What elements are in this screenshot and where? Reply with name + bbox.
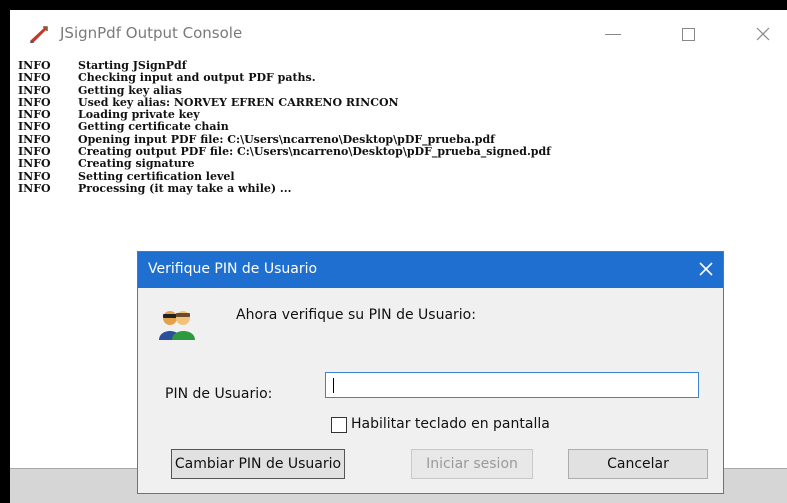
verify-pin-dialog: Verifique PIN de Usuario Ahora verifique… [138,252,723,493]
onscreen-keyboard-label[interactable]: Habilitar teclado en pantalla [351,416,550,432]
login-button[interactable]: Iniciar sesion [411,449,533,479]
log-level: INFO [18,71,51,85]
minimize-button[interactable] [593,20,633,48]
pin-label: PIN de Usuario: [165,386,273,402]
log-level: INFO [18,157,51,171]
log-line: INFO Creating signature [12,157,787,171]
console-title: JSignPdf Output Console [60,24,243,42]
text-caret [333,378,334,393]
dialog-close-button[interactable] [694,257,718,281]
log-line: INFO Getting certificate chain [12,120,787,134]
log-message: Creating signature [78,157,195,171]
log-message: Processing (it may take a while) ... [78,181,292,195]
log-message: Getting certificate chain [78,120,229,134]
log-line: INFO Processing (it may take a while) ... [12,181,787,195]
maximize-icon [681,27,695,41]
pin-input[interactable] [325,372,699,398]
jsignpdf-app-icon [30,26,48,43]
dialog-title: Verifique PIN de Usuario [148,261,318,277]
onscreen-keyboard-checkbox[interactable] [331,417,347,433]
cancel-button[interactable]: Cancelar [568,449,708,479]
log-level: INFO [18,181,51,195]
dialog-titlebar[interactable]: Verifique PIN de Usuario [138,252,723,288]
minimize-icon [605,33,621,35]
log-level: INFO [18,120,51,134]
close-button[interactable] [743,20,783,48]
change-pin-button[interactable]: Cambiar PIN de Usuario [171,449,345,479]
log-line: INFO Checking input and output PDF paths. [12,71,787,85]
users-icon [159,311,195,340]
console-titlebar[interactable]: JSignPdf Output Console [10,10,787,58]
close-icon [756,27,770,41]
log-message: Checking input and output PDF paths. [78,71,316,85]
dialog-prompt: Ahora verifique su PIN de Usuario: [236,307,476,323]
maximize-button[interactable] [668,20,708,48]
close-icon [699,262,713,276]
